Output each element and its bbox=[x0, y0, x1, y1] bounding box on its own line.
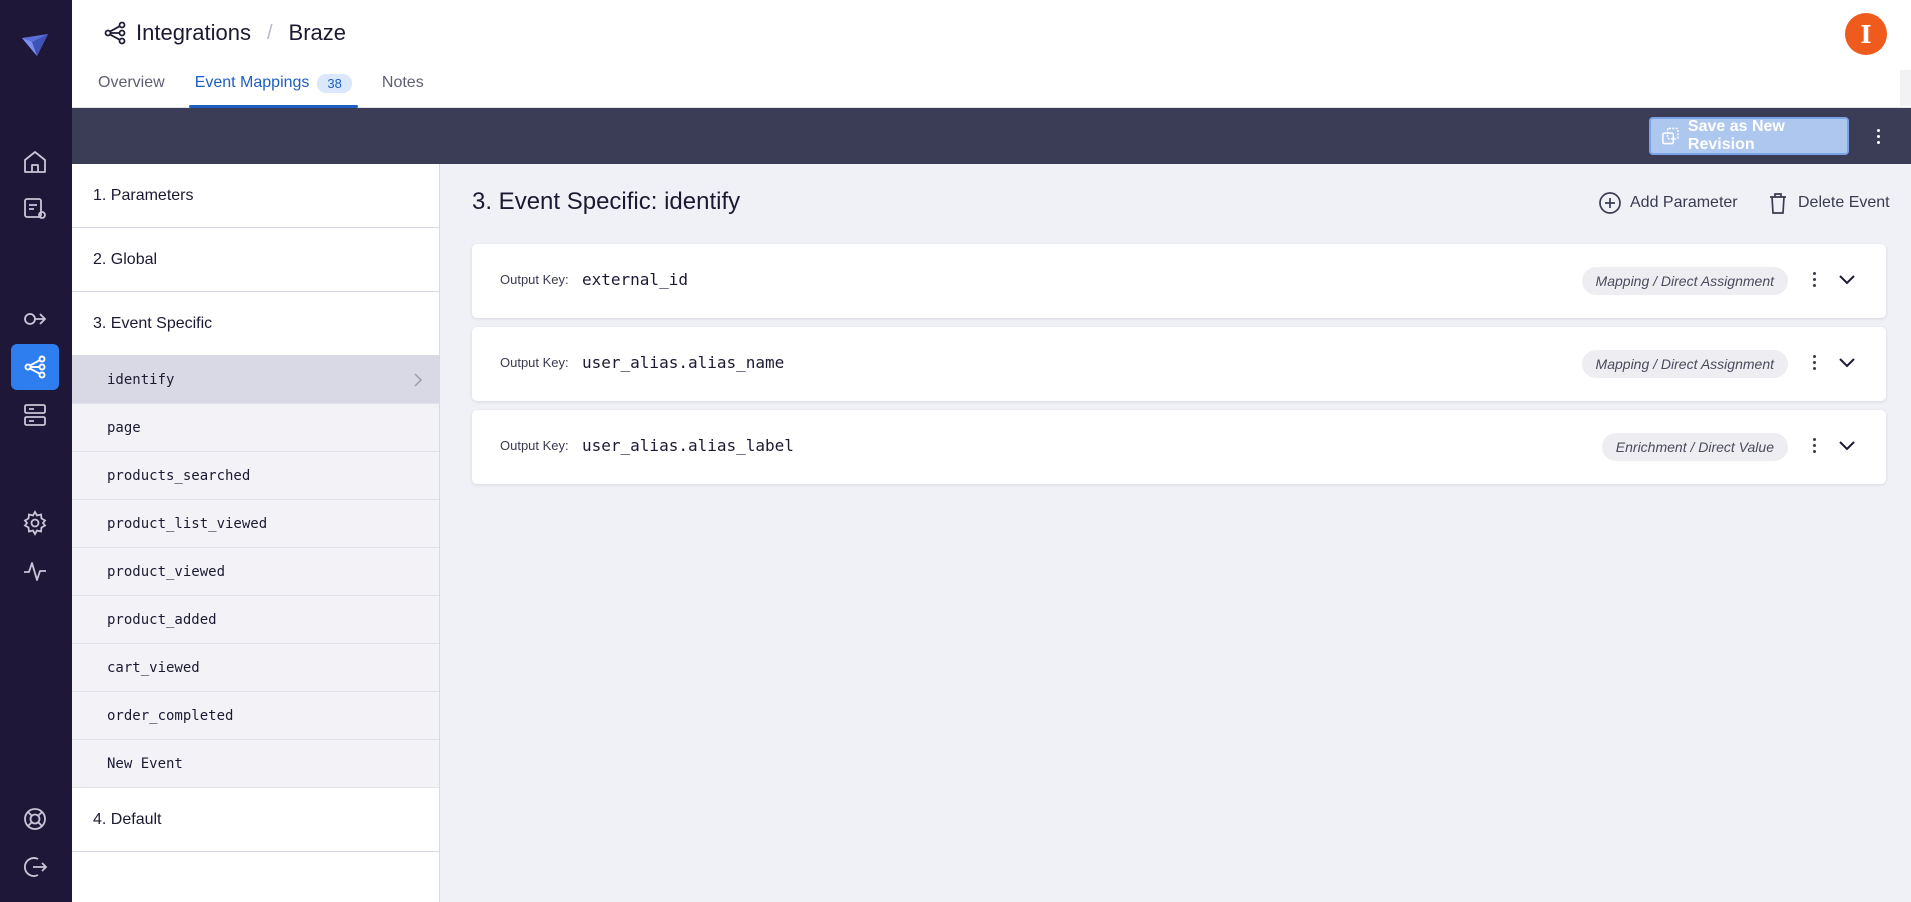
action-toolbar: Save as New Revision bbox=[72, 108, 1911, 164]
logout-icon bbox=[24, 857, 48, 877]
event-item-product-viewed[interactable]: product_viewed bbox=[72, 548, 439, 596]
event-label: page bbox=[107, 419, 141, 436]
nav-catalog[interactable] bbox=[11, 186, 59, 232]
event-item-new-event[interactable]: New Event bbox=[72, 740, 439, 788]
breadcrumb-separator: / bbox=[266, 21, 273, 44]
output-key-label: Output Key: bbox=[500, 355, 569, 370]
section-label: 1. Parameters bbox=[93, 186, 194, 204]
nav-home[interactable] bbox=[11, 139, 59, 185]
nav-data[interactable] bbox=[11, 392, 59, 438]
breadcrumb-current: Braze bbox=[288, 20, 347, 45]
breadcrumb: Integrations / Braze bbox=[102, 18, 346, 48]
user-avatar[interactable]: I bbox=[1845, 13, 1887, 55]
integrations-icon bbox=[104, 21, 126, 45]
home-icon bbox=[24, 151, 46, 173]
mapping-type-badge: Mapping / Direct Assignment bbox=[1581, 350, 1788, 378]
more-options-icon[interactable] bbox=[1868, 124, 1888, 148]
chevron-down-icon[interactable] bbox=[1838, 439, 1856, 453]
event-label: product_added bbox=[107, 611, 217, 628]
breadcrumb-integrations[interactable]: Integrations bbox=[136, 20, 251, 46]
output-key-label: Output Key: bbox=[500, 272, 569, 287]
mapping-type-badge: Mapping / Direct Assignment bbox=[1581, 267, 1788, 295]
parameter-card[interactable]: Output Key: user_alias.alias_name Mappin… bbox=[472, 327, 1886, 401]
delete-event-button[interactable]: Delete Event bbox=[1766, 191, 1890, 215]
page-title: 3. Event Specific: identify bbox=[472, 188, 741, 215]
tab-label: Overview bbox=[98, 74, 165, 91]
activity-icon bbox=[24, 562, 46, 581]
left-nav-rail bbox=[0, 0, 72, 902]
output-key-value: user_alias.alias_name bbox=[582, 353, 785, 372]
catalog-edit-icon bbox=[24, 198, 46, 219]
save-button-label: Save as New Revision bbox=[1687, 118, 1785, 153]
tab-label: Event Mappings bbox=[194, 74, 310, 91]
more-options-icon[interactable] bbox=[1809, 353, 1819, 371]
event-label: product_viewed bbox=[107, 563, 226, 580]
tab-label: Notes bbox=[381, 74, 424, 91]
event-item-page[interactable]: page bbox=[72, 404, 439, 452]
output-key-label: Output Key: bbox=[500, 438, 569, 453]
tab-bar: Overview Event Mappings 38 Notes bbox=[92, 70, 448, 108]
nav-activity[interactable] bbox=[11, 548, 59, 594]
nav-help[interactable] bbox=[11, 796, 59, 842]
mapping-type-badge: Enrichment / Direct Value bbox=[1601, 433, 1788, 461]
output-key-value: user_alias.alias_label bbox=[582, 436, 794, 455]
trash-icon bbox=[1770, 193, 1786, 214]
chevron-down-icon[interactable] bbox=[1838, 273, 1856, 287]
nav-logout[interactable] bbox=[11, 844, 59, 890]
event-label: product_list_viewed bbox=[107, 515, 268, 532]
page-header: Integrations / Braze Overview Event Mapp… bbox=[72, 0, 1911, 108]
event-item-order-completed[interactable]: order_completed bbox=[72, 692, 439, 740]
settings-icon bbox=[23, 510, 47, 536]
chevron-right-icon bbox=[414, 373, 423, 387]
event-label: New Event bbox=[107, 755, 183, 772]
tab-notes[interactable]: Notes bbox=[376, 70, 430, 108]
count-badge: 38 bbox=[317, 74, 352, 93]
add-parameter-button[interactable]: Add Parameter bbox=[1598, 191, 1738, 215]
event-label: products_searched bbox=[107, 467, 251, 484]
nav-integrations[interactable] bbox=[11, 344, 59, 390]
tab-overview[interactable]: Overview bbox=[92, 70, 171, 108]
add-parameter-label: Add Parameter bbox=[1630, 194, 1738, 211]
mapping-sections-panel: 1. Parameters 2. Global 3. Event Specifi… bbox=[72, 164, 440, 902]
copy-icon bbox=[1662, 127, 1679, 145]
tab-event-mappings[interactable]: Event Mappings 38 bbox=[188, 70, 359, 108]
destination-icon bbox=[24, 313, 47, 325]
more-options-icon[interactable] bbox=[1809, 436, 1819, 454]
event-item-cart-viewed[interactable]: cart_viewed bbox=[72, 644, 439, 692]
main-content: 3. Event Specific: identify Add Paramete… bbox=[441, 164, 1911, 902]
section-label: 2. Global bbox=[93, 250, 158, 268]
brand-logo[interactable] bbox=[20, 32, 50, 58]
event-item-products-searched[interactable]: products_searched bbox=[72, 452, 439, 500]
output-key-value: external_id bbox=[582, 270, 688, 289]
nav-destinations[interactable] bbox=[11, 296, 59, 342]
parameter-card[interactable]: Output Key: user_alias.alias_label Enric… bbox=[472, 410, 1886, 484]
event-label: cart_viewed bbox=[107, 659, 200, 676]
section-parameters[interactable]: 1. Parameters bbox=[72, 164, 439, 228]
section-label: 3. Event Specific bbox=[93, 314, 213, 332]
delete-event-label: Delete Event bbox=[1798, 194, 1890, 211]
event-item-product-list-viewed[interactable]: product_list_viewed bbox=[72, 500, 439, 548]
event-label: identify bbox=[107, 371, 175, 388]
plus-circle-icon bbox=[1599, 192, 1621, 214]
save-as-new-revision-button[interactable]: Save as New Revision bbox=[1649, 117, 1849, 155]
section-label: 4. Default bbox=[93, 810, 162, 828]
section-global[interactable]: 2. Global bbox=[72, 228, 439, 292]
more-options-icon[interactable] bbox=[1809, 270, 1819, 288]
section-event-specific[interactable]: 3. Event Specific bbox=[72, 292, 439, 356]
chevron-down-icon[interactable] bbox=[1838, 356, 1856, 370]
help-icon bbox=[24, 808, 46, 830]
database-icon bbox=[24, 404, 46, 426]
section-default[interactable]: 4. Default bbox=[72, 788, 439, 852]
parameter-card[interactable]: Output Key: external_id Mapping / Direct… bbox=[472, 244, 1886, 318]
integrations-icon bbox=[24, 355, 46, 379]
event-item-identify[interactable]: identify bbox=[72, 356, 439, 404]
event-item-product-added[interactable]: product_added bbox=[72, 596, 439, 644]
event-label: order_completed bbox=[107, 707, 234, 724]
scrollbar[interactable] bbox=[1900, 70, 1911, 106]
nav-settings[interactable] bbox=[11, 500, 59, 546]
